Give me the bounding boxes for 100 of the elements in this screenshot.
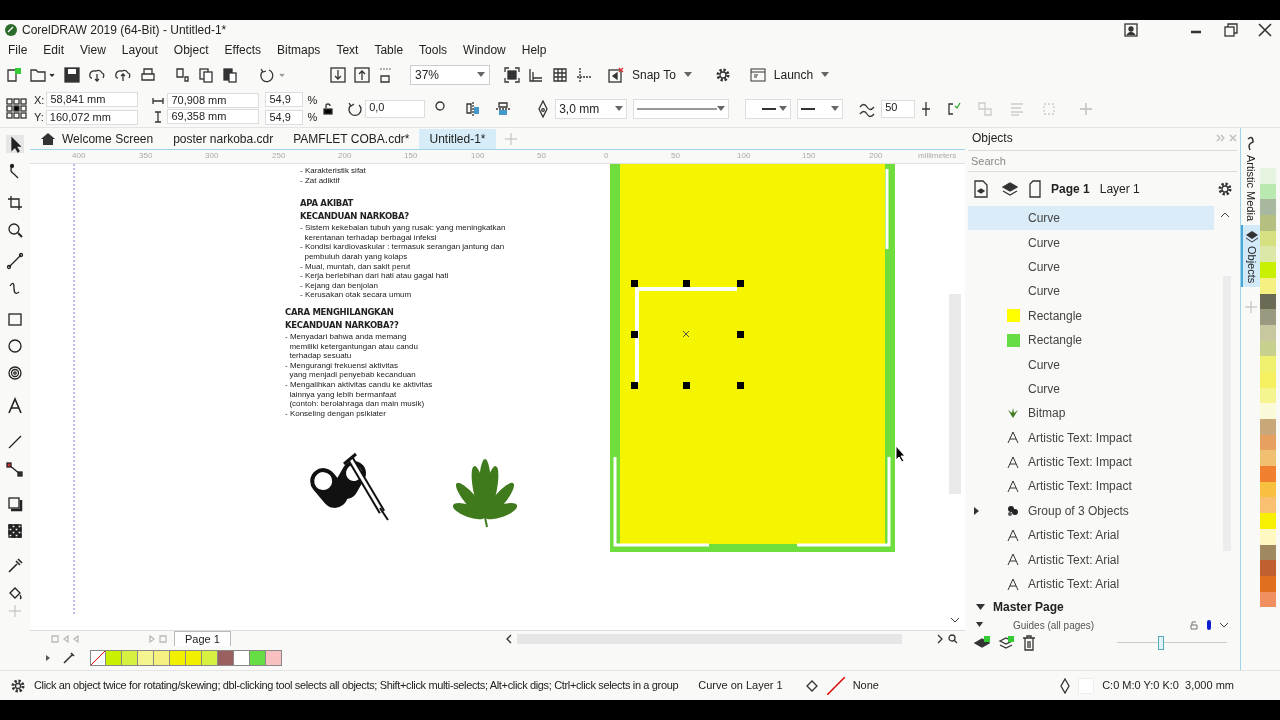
document-tab[interactable]: poster narkoba.cdr	[163, 129, 284, 149]
menu-item[interactable]: Edit	[43, 41, 65, 59]
delete-icon[interactable]	[1022, 635, 1036, 652]
menu-item[interactable]: View	[80, 41, 106, 59]
blend-tool-icon[interactable]	[6, 460, 24, 478]
start-arrowhead-dropdown[interactable]	[745, 98, 792, 119]
collapse-arrow-icon[interactable]	[976, 622, 983, 629]
reference-point-icon[interactable]	[6, 97, 28, 120]
transparency-tool-icon[interactable]	[6, 522, 24, 540]
pick-tool-icon[interactable]	[6, 135, 24, 153]
width-field[interactable]: 70,908 mm	[167, 93, 260, 108]
object-list-item[interactable]: Artistic Text: Arial	[968, 547, 1214, 572]
color-swatch[interactable]	[186, 650, 202, 666]
color-swatch[interactable]	[1260, 309, 1276, 325]
cloud-download-icon[interactable]	[88, 67, 106, 83]
app-logo-icon[interactable]	[4, 23, 18, 37]
print-icon[interactable]	[140, 67, 156, 83]
expand-icon[interactable]	[44, 654, 52, 662]
circle-icon[interactable]	[435, 100, 446, 111]
color-swatch[interactable]	[218, 650, 234, 666]
pdf-icon[interactable]	[378, 67, 394, 83]
scale-x-field[interactable]: 54,9	[265, 92, 304, 108]
y-field[interactable]: 160,072 mm	[45, 109, 138, 125]
close-curve-icon[interactable]	[945, 100, 962, 117]
object-list-item[interactable]: Artistic Text: Impact	[968, 449, 1214, 475]
document-tab[interactable]: PAMFLET COBA.cdr*	[283, 129, 420, 149]
spiral-tool-icon[interactable]	[6, 364, 24, 382]
object-list-item[interactable]: Bitmap	[968, 401, 1214, 426]
object-list-item[interactable]: Curve	[968, 376, 1214, 402]
freehand-tool-icon[interactable]	[6, 252, 24, 270]
color-swatch[interactable]	[138, 650, 154, 666]
selection-handle[interactable]	[631, 331, 638, 338]
settings-icon[interactable]	[10, 677, 26, 694]
object-list-item[interactable]: Artistic Text: Arial	[968, 523, 1214, 548]
save-icon[interactable]	[64, 67, 80, 83]
snap-to-dropdown[interactable]: Snap To	[632, 66, 692, 84]
menu-item[interactable]: File	[8, 41, 28, 59]
scroll-up-icon[interactable]	[1220, 212, 1230, 218]
object-list-item[interactable]: Rectangle	[968, 303, 1214, 328]
color-swatch[interactable]	[1260, 246, 1276, 263]
object-list-item[interactable]: Curve	[968, 352, 1214, 377]
object-list-item[interactable]: Curve	[968, 254, 1214, 280]
object-list-item[interactable]: Curve	[968, 206, 1214, 231]
eyedropper-tool-icon[interactable]	[6, 557, 24, 575]
pen-nib-icon[interactable]	[537, 99, 550, 118]
color-swatch[interactable]	[1260, 403, 1276, 419]
document-tab[interactable]: Welcome Screen	[30, 129, 164, 149]
rotation-field[interactable]: 0,0	[365, 99, 426, 118]
page-icon[interactable]	[1029, 180, 1041, 198]
undo-icon[interactable]	[258, 67, 286, 83]
object-list-item[interactable]: Artistic Text: Arial	[968, 571, 1214, 597]
menu-item[interactable]: Tools	[419, 41, 448, 59]
no-color-swatch[interactable]	[90, 650, 106, 666]
scroll-down-icon[interactable]	[1219, 622, 1229, 629]
object-list-item[interactable]: Artistic Text: Impact	[968, 425, 1214, 450]
restore-icon[interactable]	[1224, 23, 1238, 37]
color-swatch[interactable]	[234, 650, 250, 666]
docker-tab[interactable]: Artistic Media	[1240, 132, 1261, 226]
object-list-item[interactable]: Artistic Text: Impact	[968, 474, 1214, 499]
selection-handle[interactable]	[631, 280, 638, 287]
docker-tab[interactable]: Objects	[1240, 225, 1261, 288]
text-tool-icon[interactable]	[6, 397, 24, 415]
color-swatch[interactable]	[1260, 419, 1276, 435]
layer-label[interactable]: Layer 1	[1099, 180, 1140, 198]
connector-tool-icon[interactable]	[6, 433, 24, 451]
selection-handle[interactable]	[683, 382, 690, 389]
width-icon[interactable]	[152, 95, 165, 106]
color-swatch[interactable]	[1260, 513, 1276, 529]
snap-icon[interactable]	[608, 67, 624, 83]
menu-item[interactable]: Object	[173, 41, 209, 59]
selection-handle[interactable]	[737, 331, 744, 338]
zoom-tool-icon[interactable]	[6, 221, 24, 239]
color-swatch[interactable]	[122, 650, 138, 666]
cut-icon[interactable]	[174, 67, 190, 83]
color-swatch[interactable]	[1260, 262, 1276, 278]
scale-y-field[interactable]: 54,9	[265, 109, 304, 125]
color-swatch[interactable]	[170, 650, 186, 666]
guidelines-icon[interactable]	[576, 67, 592, 83]
drop-shadow-tool-icon[interactable]	[6, 495, 24, 513]
close-icon[interactable]	[1258, 23, 1272, 37]
collapse-arrow-icon[interactable]	[976, 603, 985, 611]
paste-icon[interactable]	[222, 67, 238, 83]
menu-item[interactable]: Layout	[121, 41, 158, 59]
menu-item[interactable]: Help	[521, 41, 547, 59]
object-list-item[interactable]: Group of 3 Objects	[968, 498, 1214, 524]
fill-icon[interactable]	[804, 678, 819, 693]
object-list-item[interactable]: Rectangle	[968, 327, 1214, 353]
layer-view-icon[interactable]	[971, 179, 991, 199]
selection-handle[interactable]	[631, 382, 638, 389]
color-swatch[interactable]	[1260, 199, 1276, 216]
selection-handle[interactable]	[737, 280, 744, 287]
lock-icon[interactable]	[323, 102, 334, 115]
color-swatch[interactable]	[1260, 450, 1276, 467]
height-field[interactable]: 69,358 mm	[167, 109, 260, 124]
object-list-item[interactable]: Curve	[968, 279, 1214, 304]
export-icon[interactable]	[354, 67, 370, 83]
expand-arrow-icon[interactable]	[972, 506, 980, 515]
cloud-upload-icon[interactable]	[114, 67, 132, 83]
menu-item[interactable]: Effects	[224, 41, 261, 59]
line-style-dropdown[interactable]	[633, 98, 730, 119]
